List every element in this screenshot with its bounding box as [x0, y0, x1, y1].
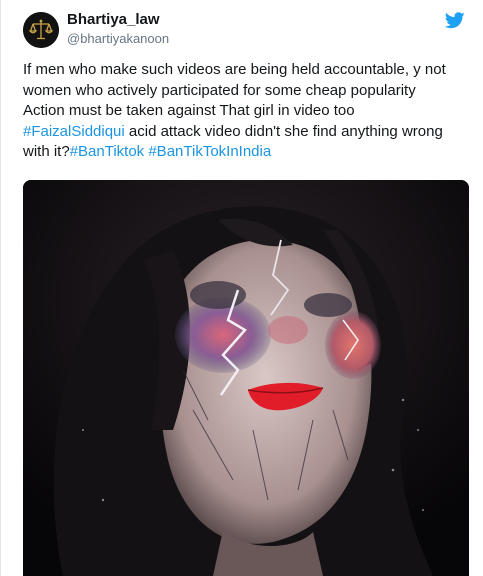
- tweet-text: If men who make such videos are being he…: [23, 60, 468, 163]
- tweet-card: Bhartiya_law @bhartiyakanoon If men who …: [0, 0, 483, 576]
- hashtag-link[interactable]: #BanTiktok: [70, 143, 144, 160]
- tweet-line: Action must be taken against That girl i…: [23, 102, 355, 119]
- tweet-line: #FaizalSiddiqui acid attack video didn't…: [23, 122, 468, 143]
- tweet-line-text: with it?: [23, 143, 70, 160]
- tweet-media-image[interactable]: [23, 180, 469, 576]
- author-name[interactable]: Bhartiya_law: [67, 11, 160, 28]
- hashtag-link[interactable]: #BanTikTokInIndia: [148, 143, 271, 160]
- tweet-line-text: acid attack video didn't she find anythi…: [124, 122, 443, 140]
- media-photo-graphic: [23, 180, 469, 576]
- twitter-bird-icon[interactable]: [445, 12, 465, 29]
- author-handle[interactable]: @bhartiyakanoon: [67, 31, 169, 46]
- hashtag-link[interactable]: #FaizalSiddiqui: [23, 123, 125, 140]
- tweet-header: Bhartiya_law @bhartiyakanoon: [23, 10, 473, 50]
- tweet-line: If men who make such videos are being he…: [23, 61, 446, 78]
- tweet-line: women who actively participated for some…: [23, 81, 416, 99]
- tweet-line: with it?#BanTiktok #BanTikTokInIndia: [23, 142, 468, 163]
- scales-of-justice-icon: [23, 12, 59, 48]
- avatar[interactable]: [23, 12, 59, 48]
